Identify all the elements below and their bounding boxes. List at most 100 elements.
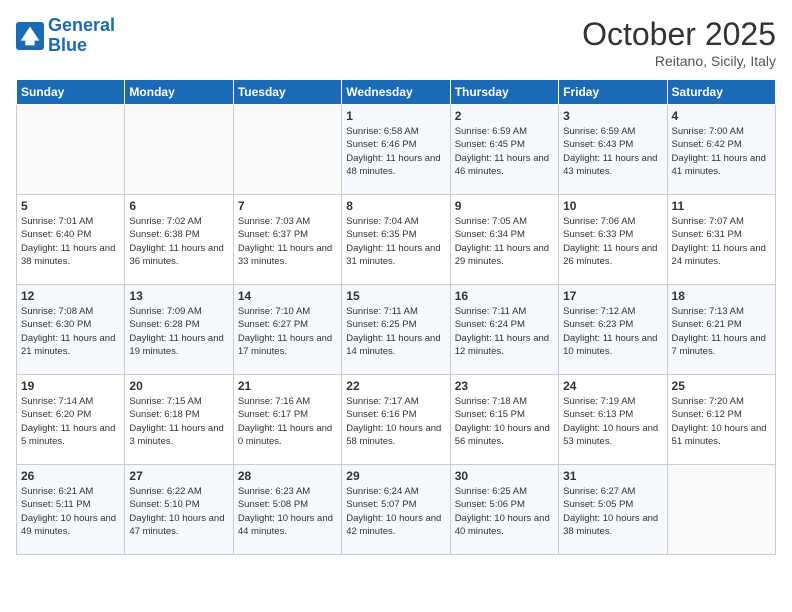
cell-info: Sunrise: 7:11 AM Sunset: 6:24 PM Dayligh… — [455, 305, 554, 358]
cell-info: Sunrise: 7:13 AM Sunset: 6:21 PM Dayligh… — [672, 305, 771, 358]
col-header-wednesday: Wednesday — [342, 80, 450, 105]
title-block: October 2025 Reitano, Sicily, Italy — [582, 16, 776, 69]
cell-info: Sunrise: 6:22 AM Sunset: 5:10 PM Dayligh… — [129, 485, 228, 538]
calendar-cell: 20 Sunrise: 7:15 AM Sunset: 6:18 PM Dayli… — [125, 375, 233, 465]
logo: General Blue — [16, 16, 115, 56]
col-header-tuesday: Tuesday — [233, 80, 341, 105]
day-number: 26 — [21, 469, 120, 483]
calendar-cell: 30Sunrise: 6:25 AM Sunset: 5:06 PM Dayli… — [450, 465, 558, 555]
cell-info: Sunrise: 7:03 AM Sunset: 6:37 PM Dayligh… — [238, 215, 337, 268]
calendar-cell: 21Sunrise: 7:16 AM Sunset: 6:17 PM Dayli… — [233, 375, 341, 465]
col-header-sunday: Sunday — [17, 80, 125, 105]
calendar-cell: 25Sunrise: 7:20 AM Sunset: 6:12 PM Dayli… — [667, 375, 775, 465]
day-number: 23 — [455, 379, 554, 393]
calendar-cell: 22Sunrise: 7:17 AM Sunset: 6:16 PM Dayli… — [342, 375, 450, 465]
calendar-cell: 18Sunrise: 7:13 AM Sunset: 6:21 PM Dayli… — [667, 285, 775, 375]
day-number: 15 — [346, 289, 445, 303]
day-number: 22 — [346, 379, 445, 393]
cell-info: Sunrise: 7:15 AM Sunset: 6:18 PM Dayligh… — [129, 395, 228, 448]
day-number: 13 — [129, 289, 228, 303]
day-number: 30 — [455, 469, 554, 483]
logo-line2: Blue — [48, 35, 87, 55]
day-number: 19 — [21, 379, 120, 393]
calendar-cell: 17Sunrise: 7:12 AM Sunset: 6:23 PM Dayli… — [559, 285, 667, 375]
day-number: 20 — [129, 379, 228, 393]
cell-info: Sunrise: 6:24 AM Sunset: 5:07 PM Dayligh… — [346, 485, 445, 538]
calendar-cell: 24 Sunrise: 7:19 AM Sunset: 6:13 PM Dayli… — [559, 375, 667, 465]
day-number: 31 — [563, 469, 662, 483]
day-number: 7 — [238, 199, 337, 213]
cell-info: Sunrise: 7:19 AM Sunset: 6:13 PM Dayligh… — [563, 395, 662, 448]
page-header: General Blue October 2025 Reitano, Sicil… — [16, 16, 776, 69]
day-number: 29 — [346, 469, 445, 483]
day-number: 12 — [21, 289, 120, 303]
cell-info: Sunrise: 7:18 AM Sunset: 6:15 PM Dayligh… — [455, 395, 554, 448]
calendar-cell: 27Sunrise: 6:22 AM Sunset: 5:10 PM Dayli… — [125, 465, 233, 555]
calendar-cell: 14 Sunrise: 7:10 AM Sunset: 6:27 PM Dayli… — [233, 285, 341, 375]
day-number: 9 — [455, 199, 554, 213]
day-number: 8 — [346, 199, 445, 213]
calendar-cell: 3 Sunrise: 6:59 AM Sunset: 6:43 PM Daylig… — [559, 105, 667, 195]
calendar-cell: 1Sunrise: 6:58 AM Sunset: 6:46 PM Daylig… — [342, 105, 450, 195]
cell-info: Sunrise: 6:59 AM Sunset: 6:45 PM Dayligh… — [455, 125, 554, 178]
day-number: 6 — [129, 199, 228, 213]
logo-line1: General — [48, 15, 115, 35]
day-number: 16 — [455, 289, 554, 303]
calendar-cell: 7 Sunrise: 7:03 AM Sunset: 6:37 PM Daylig… — [233, 195, 341, 285]
col-header-friday: Friday — [559, 80, 667, 105]
day-number: 14 — [238, 289, 337, 303]
cell-info: Sunrise: 7:16 AM Sunset: 6:17 PM Dayligh… — [238, 395, 337, 448]
day-number: 3 — [563, 109, 662, 123]
calendar-cell — [667, 465, 775, 555]
logo-text: General Blue — [48, 16, 115, 56]
calendar-cell: 10Sunrise: 7:06 AM Sunset: 6:33 PM Dayli… — [559, 195, 667, 285]
calendar-cell: 19 Sunrise: 7:14 AM Sunset: 6:20 PM Dayli… — [17, 375, 125, 465]
col-header-monday: Monday — [125, 80, 233, 105]
cell-info: Sunrise: 7:14 AM Sunset: 6:20 PM Dayligh… — [21, 395, 120, 448]
col-header-saturday: Saturday — [667, 80, 775, 105]
day-number: 2 — [455, 109, 554, 123]
calendar-cell: 29 Sunrise: 6:24 AM Sunset: 5:07 PM Dayli… — [342, 465, 450, 555]
day-number: 5 — [21, 199, 120, 213]
calendar-cell: 4 Sunrise: 7:00 AM Sunset: 6:42 PM Daylig… — [667, 105, 775, 195]
calendar-cell: 8 Sunrise: 7:04 AM Sunset: 6:35 PM Daylig… — [342, 195, 450, 285]
cell-info: Sunrise: 7:08 AM Sunset: 6:30 PM Dayligh… — [21, 305, 120, 358]
cell-info: Sunrise: 7:04 AM Sunset: 6:35 PM Dayligh… — [346, 215, 445, 268]
cell-info: Sunrise: 6:23 AM Sunset: 5:08 PM Dayligh… — [238, 485, 337, 538]
cell-info: Sunrise: 7:05 AM Sunset: 6:34 PM Dayligh… — [455, 215, 554, 268]
calendar-cell: 16 Sunrise: 7:11 AM Sunset: 6:24 PM Dayli… — [450, 285, 558, 375]
calendar-cell — [125, 105, 233, 195]
cell-info: Sunrise: 7:07 AM Sunset: 6:31 PM Dayligh… — [672, 215, 771, 268]
cell-info: Sunrise: 7:01 AM Sunset: 6:40 PM Dayligh… — [21, 215, 120, 268]
cell-info: Sunrise: 7:06 AM Sunset: 6:33 PM Dayligh… — [563, 215, 662, 268]
calendar-cell: 13 Sunrise: 7:09 AM Sunset: 6:28 PM Dayli… — [125, 285, 233, 375]
calendar-cell: 31Sunrise: 6:27 AM Sunset: 5:05 PM Dayli… — [559, 465, 667, 555]
calendar-cell: 28 Sunrise: 6:23 AM Sunset: 5:08 PM Dayli… — [233, 465, 341, 555]
cell-info: Sunrise: 7:09 AM Sunset: 6:28 PM Dayligh… — [129, 305, 228, 358]
calendar-cell: 12 Sunrise: 7:08 AM Sunset: 6:30 PM Dayli… — [17, 285, 125, 375]
calendar-cell — [233, 105, 341, 195]
day-number: 24 — [563, 379, 662, 393]
cell-info: Sunrise: 6:21 AM Sunset: 5:11 PM Dayligh… — [21, 485, 120, 538]
calendar-cell — [17, 105, 125, 195]
cell-info: Sunrise: 7:00 AM Sunset: 6:42 PM Dayligh… — [672, 125, 771, 178]
cell-info: Sunrise: 7:11 AM Sunset: 6:25 PM Dayligh… — [346, 305, 445, 358]
logo-icon — [16, 22, 44, 50]
day-number: 25 — [672, 379, 771, 393]
calendar-cell: 26 Sunrise: 6:21 AM Sunset: 5:11 PM Dayli… — [17, 465, 125, 555]
calendar-cell: 9 Sunrise: 7:05 AM Sunset: 6:34 PM Daylig… — [450, 195, 558, 285]
calendar-cell: 23 Sunrise: 7:18 AM Sunset: 6:15 PM Dayli… — [450, 375, 558, 465]
cell-info: Sunrise: 6:59 AM Sunset: 6:43 PM Dayligh… — [563, 125, 662, 178]
calendar-cell: 11Sunrise: 7:07 AM Sunset: 6:31 PM Dayli… — [667, 195, 775, 285]
calendar-cell: 2 Sunrise: 6:59 AM Sunset: 6:45 PM Daylig… — [450, 105, 558, 195]
calendar-cell: 15 Sunrise: 7:11 AM Sunset: 6:25 PM Dayli… — [342, 285, 450, 375]
calendar-cell: 6Sunrise: 7:02 AM Sunset: 6:38 PM Daylig… — [125, 195, 233, 285]
calendar-table: SundayMondayTuesdayWednesdayThursdayFrid… — [16, 79, 776, 555]
day-number: 28 — [238, 469, 337, 483]
day-number: 4 — [672, 109, 771, 123]
cell-info: Sunrise: 7:10 AM Sunset: 6:27 PM Dayligh… — [238, 305, 337, 358]
day-number: 1 — [346, 109, 445, 123]
calendar-cell: 5 Sunrise: 7:01 AM Sunset: 6:40 PM Daylig… — [17, 195, 125, 285]
cell-info: Sunrise: 7:12 AM Sunset: 6:23 PM Dayligh… — [563, 305, 662, 358]
location: Reitano, Sicily, Italy — [582, 53, 776, 69]
